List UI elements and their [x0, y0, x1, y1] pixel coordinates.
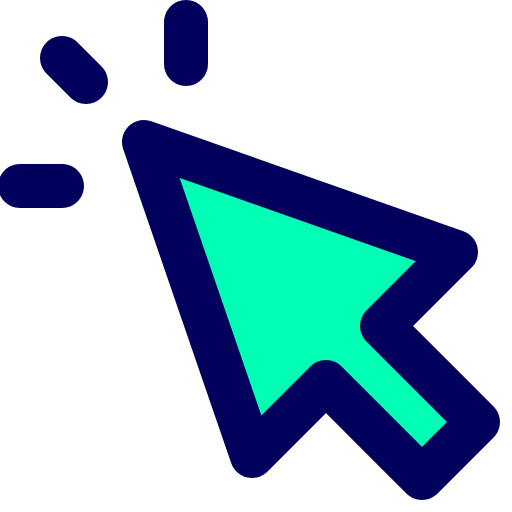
click-ray-diagonal-icon: [40, 36, 108, 104]
icon-canvas: [0, 0, 512, 512]
cursor-click-icon: [0, 0, 500, 500]
cursor-arrow-shape: [122, 120, 500, 500]
